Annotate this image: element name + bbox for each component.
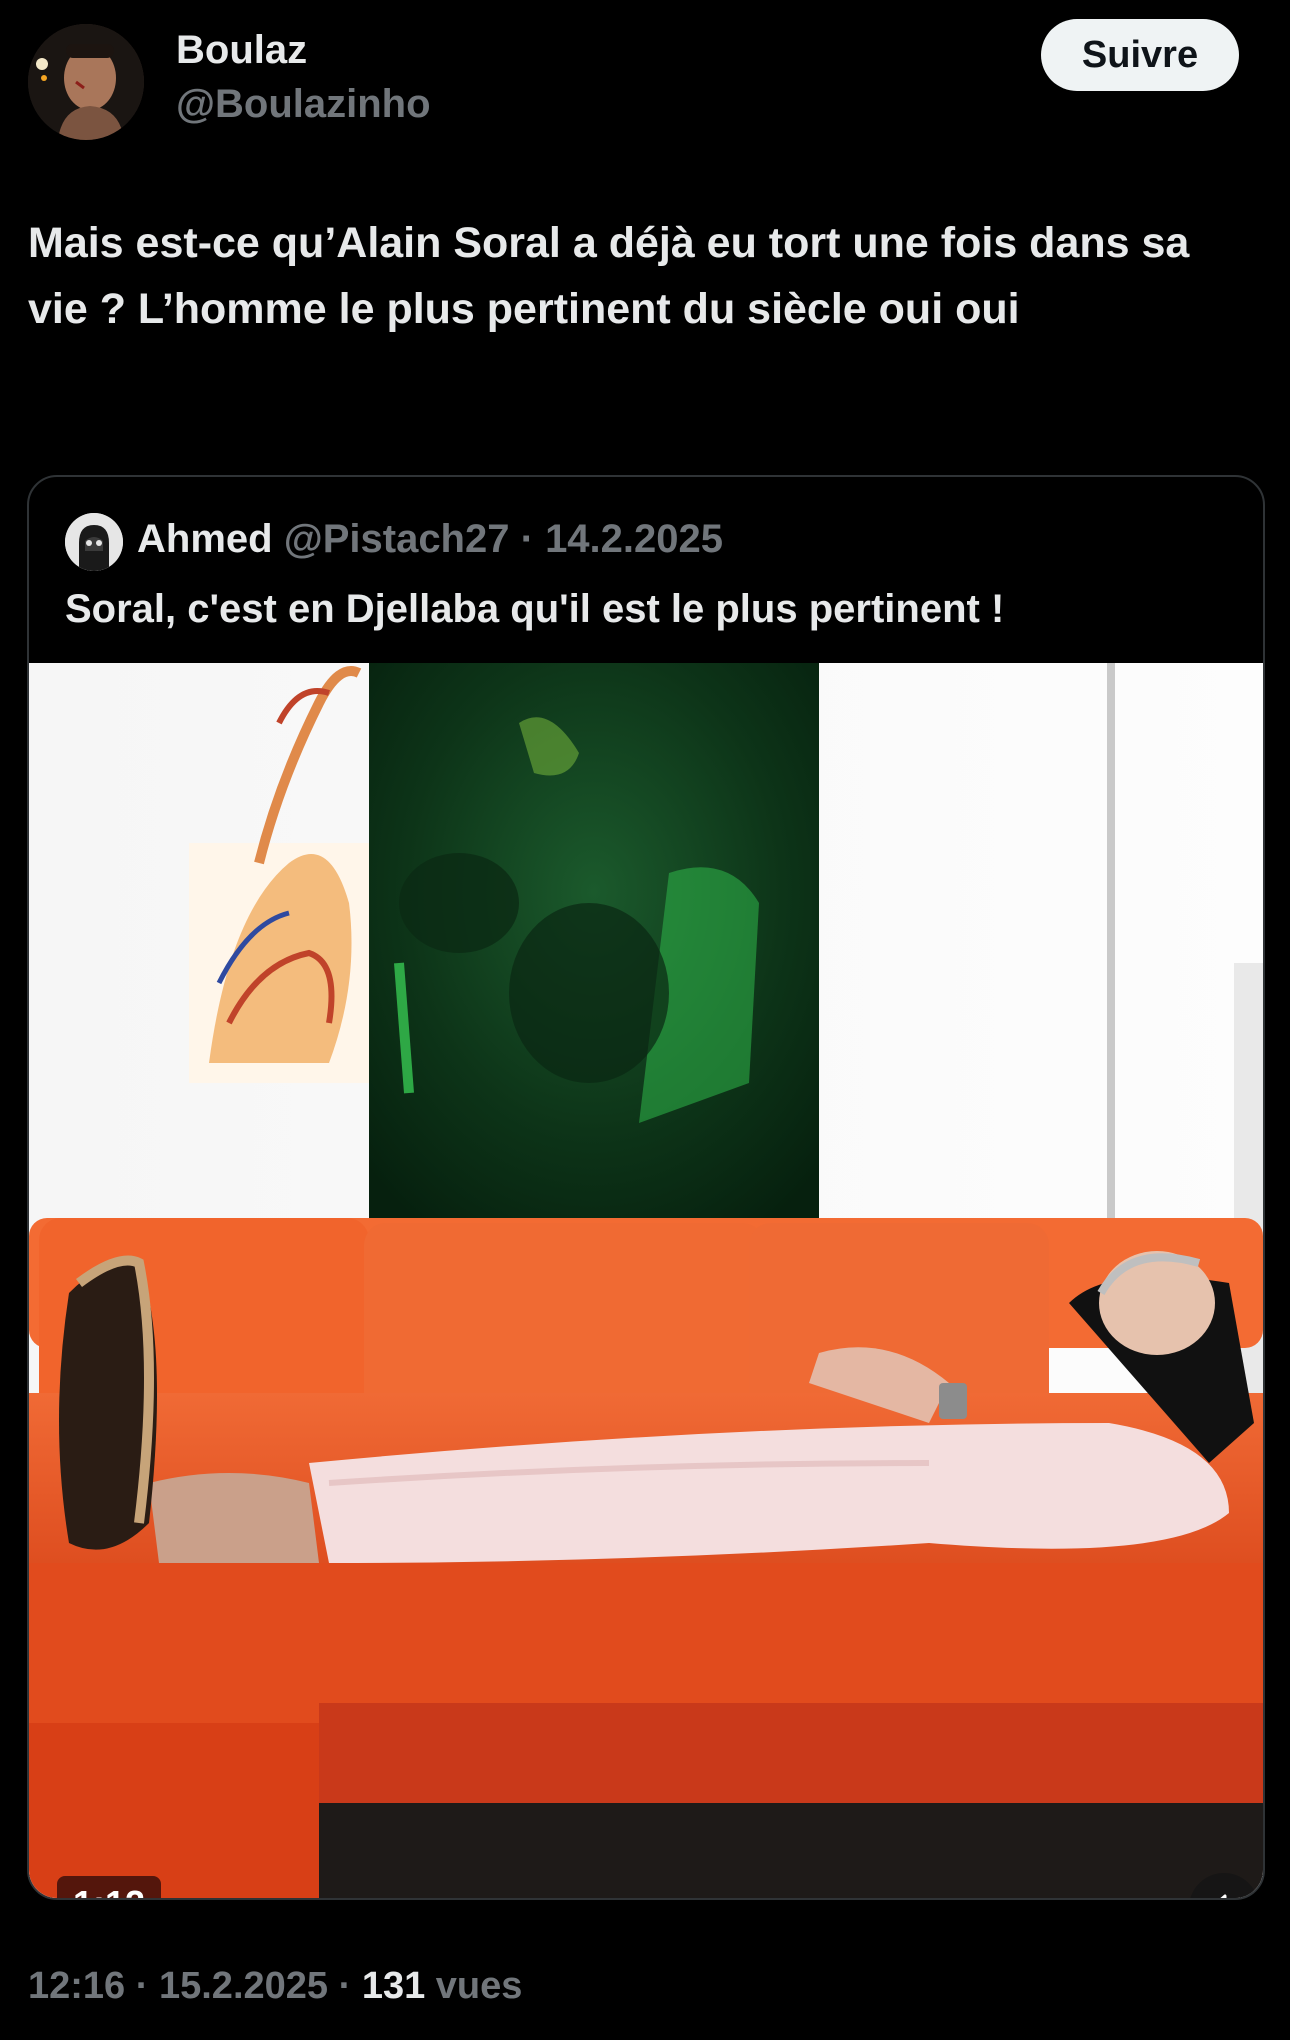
- post-footer: 12:16 · 15.2.2025 · 131 vues: [28, 1964, 522, 2010]
- views-count: 131: [361, 1965, 426, 2007]
- author-handle[interactable]: @Boulazinho: [176, 80, 431, 128]
- quoted-post-meta: Ahmed @Pistach27 · 14.2.2025: [137, 515, 723, 563]
- quoted-post-date[interactable]: 14.2.2025: [545, 517, 723, 561]
- post-date[interactable]: 15.2.2025: [159, 1965, 328, 2007]
- meta-separator: ·: [520, 517, 534, 561]
- video-frame: [29, 663, 1263, 1898]
- post-header: Boulaz @Boulazinho Suivre: [0, 0, 1290, 160]
- author-avatar[interactable]: [28, 24, 144, 140]
- footer-separator: ·: [135, 1965, 149, 2007]
- author-name[interactable]: Boulaz: [176, 26, 307, 74]
- quoted-post-card[interactable]: Ahmed @Pistach27 · 14.2.2025 Soral, c'es…: [27, 475, 1265, 1900]
- quoted-author-avatar: [65, 513, 123, 571]
- post-time[interactable]: 12:16: [28, 1965, 125, 2007]
- video-player[interactable]: 1:12: [29, 663, 1263, 1898]
- video-duration: 1:12: [57, 1876, 162, 1898]
- quoted-post-text: Soral, c'est en Djellaba qu'il est le pl…: [65, 587, 1005, 631]
- quoted-author-handle[interactable]: @Pistach27: [284, 517, 510, 561]
- follow-button[interactable]: Suivre: [1041, 19, 1239, 91]
- quoted-author-name[interactable]: Ahmed: [137, 517, 273, 561]
- post-text: Mais est-ce qu’Alain Soral a déjà eu tor…: [28, 219, 1190, 333]
- footer-separator-2: ·: [338, 1965, 352, 2007]
- views-label: vues: [435, 1965, 523, 2007]
